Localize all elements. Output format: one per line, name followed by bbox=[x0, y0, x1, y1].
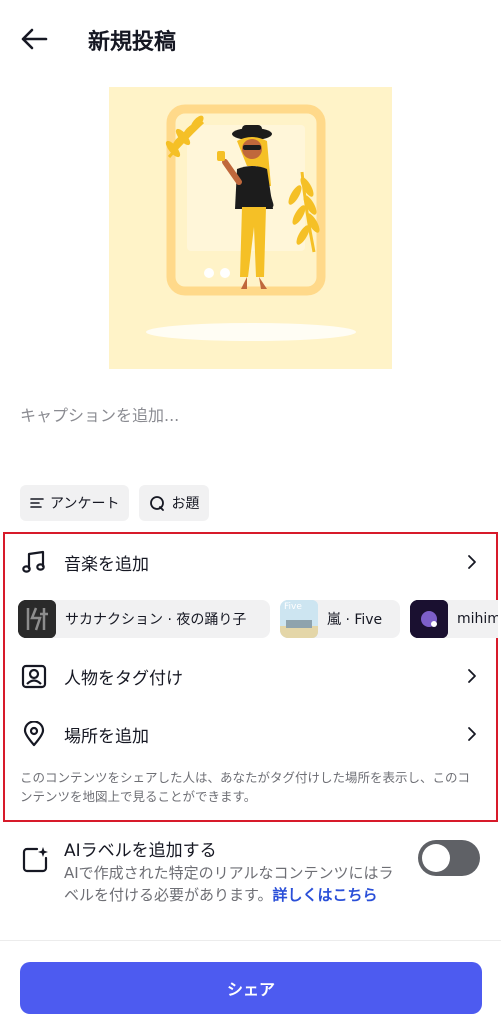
chevron-right-icon bbox=[464, 666, 480, 686]
toggle-knob bbox=[422, 844, 450, 872]
album-cover: Five bbox=[280, 600, 318, 638]
add-location-row[interactable]: 場所を追加 bbox=[0, 709, 501, 759]
ai-label-description: AIで作成された特定のリアルなコンテンツにはラベルを付ける必要があります。詳しく… bbox=[64, 862, 394, 906]
location-note: このコンテンツをシェアした人は、あなたがタグ付けした場所を表示し、このコンテンツ… bbox=[20, 770, 471, 804]
cover-illustration bbox=[146, 104, 356, 341]
music-suggestion-item[interactable]: mihim bbox=[410, 600, 498, 638]
tag-people-label: 人物をタグ付け bbox=[64, 668, 183, 689]
topic-chip-label: お題 bbox=[171, 496, 200, 512]
learn-more-link[interactable]: 詳しくはこちら bbox=[273, 886, 378, 904]
speech-bubble-icon bbox=[150, 496, 165, 511]
ai-label-title: AIラベルを追加する bbox=[64, 841, 217, 861]
caption-input[interactable]: キャプションを追加... bbox=[20, 402, 179, 426]
sparkle-square-icon bbox=[20, 845, 50, 875]
page-title: 新規投稿 bbox=[88, 30, 177, 55]
cover-image[interactable] bbox=[109, 87, 392, 369]
ai-label-toggle[interactable] bbox=[418, 840, 480, 876]
topic-chip[interactable]: お題 bbox=[139, 485, 210, 521]
location-pin-icon bbox=[20, 720, 48, 748]
divider bbox=[0, 940, 501, 941]
music-suggestion-item[interactable]: サカナクション · 夜の踊り子 bbox=[18, 600, 270, 638]
chevron-right-icon bbox=[464, 724, 480, 744]
back-button[interactable] bbox=[14, 22, 54, 56]
add-music-label: 音楽を追加 bbox=[64, 554, 149, 575]
add-location-label: 場所を追加 bbox=[64, 726, 149, 747]
music-suggestion-label: サカナクション · 夜の踊り子 bbox=[65, 612, 247, 628]
poll-chip[interactable]: アンケート bbox=[20, 485, 130, 521]
share-button[interactable]: シェア bbox=[20, 962, 482, 1014]
poll-chip-label: アンケート bbox=[50, 496, 120, 512]
album-cover bbox=[410, 600, 448, 638]
music-suggestion-item[interactable]: Five 嵐 · Five bbox=[280, 600, 400, 638]
album-cover bbox=[18, 600, 56, 638]
list-lines-icon bbox=[30, 498, 44, 508]
arrow-left-icon bbox=[21, 28, 48, 50]
add-music-row[interactable]: 音楽を追加 bbox=[0, 537, 501, 587]
music-note-icon bbox=[20, 548, 48, 576]
quick-chips: アンケート お題 bbox=[20, 485, 210, 521]
person-frame-icon bbox=[20, 662, 48, 690]
music-suggestion-label: mihim bbox=[457, 611, 498, 627]
header: 新規投稿 bbox=[0, 0, 501, 80]
album-cover-text: Five bbox=[284, 602, 302, 612]
tag-people-row[interactable]: 人物をタグ付け bbox=[0, 651, 501, 701]
chevron-right-icon bbox=[464, 552, 480, 572]
music-suggestion-label: 嵐 · Five bbox=[327, 612, 383, 628]
music-suggestions: サカナクション · 夜の踊り子 Five 嵐 · Five mihim bbox=[18, 600, 498, 638]
